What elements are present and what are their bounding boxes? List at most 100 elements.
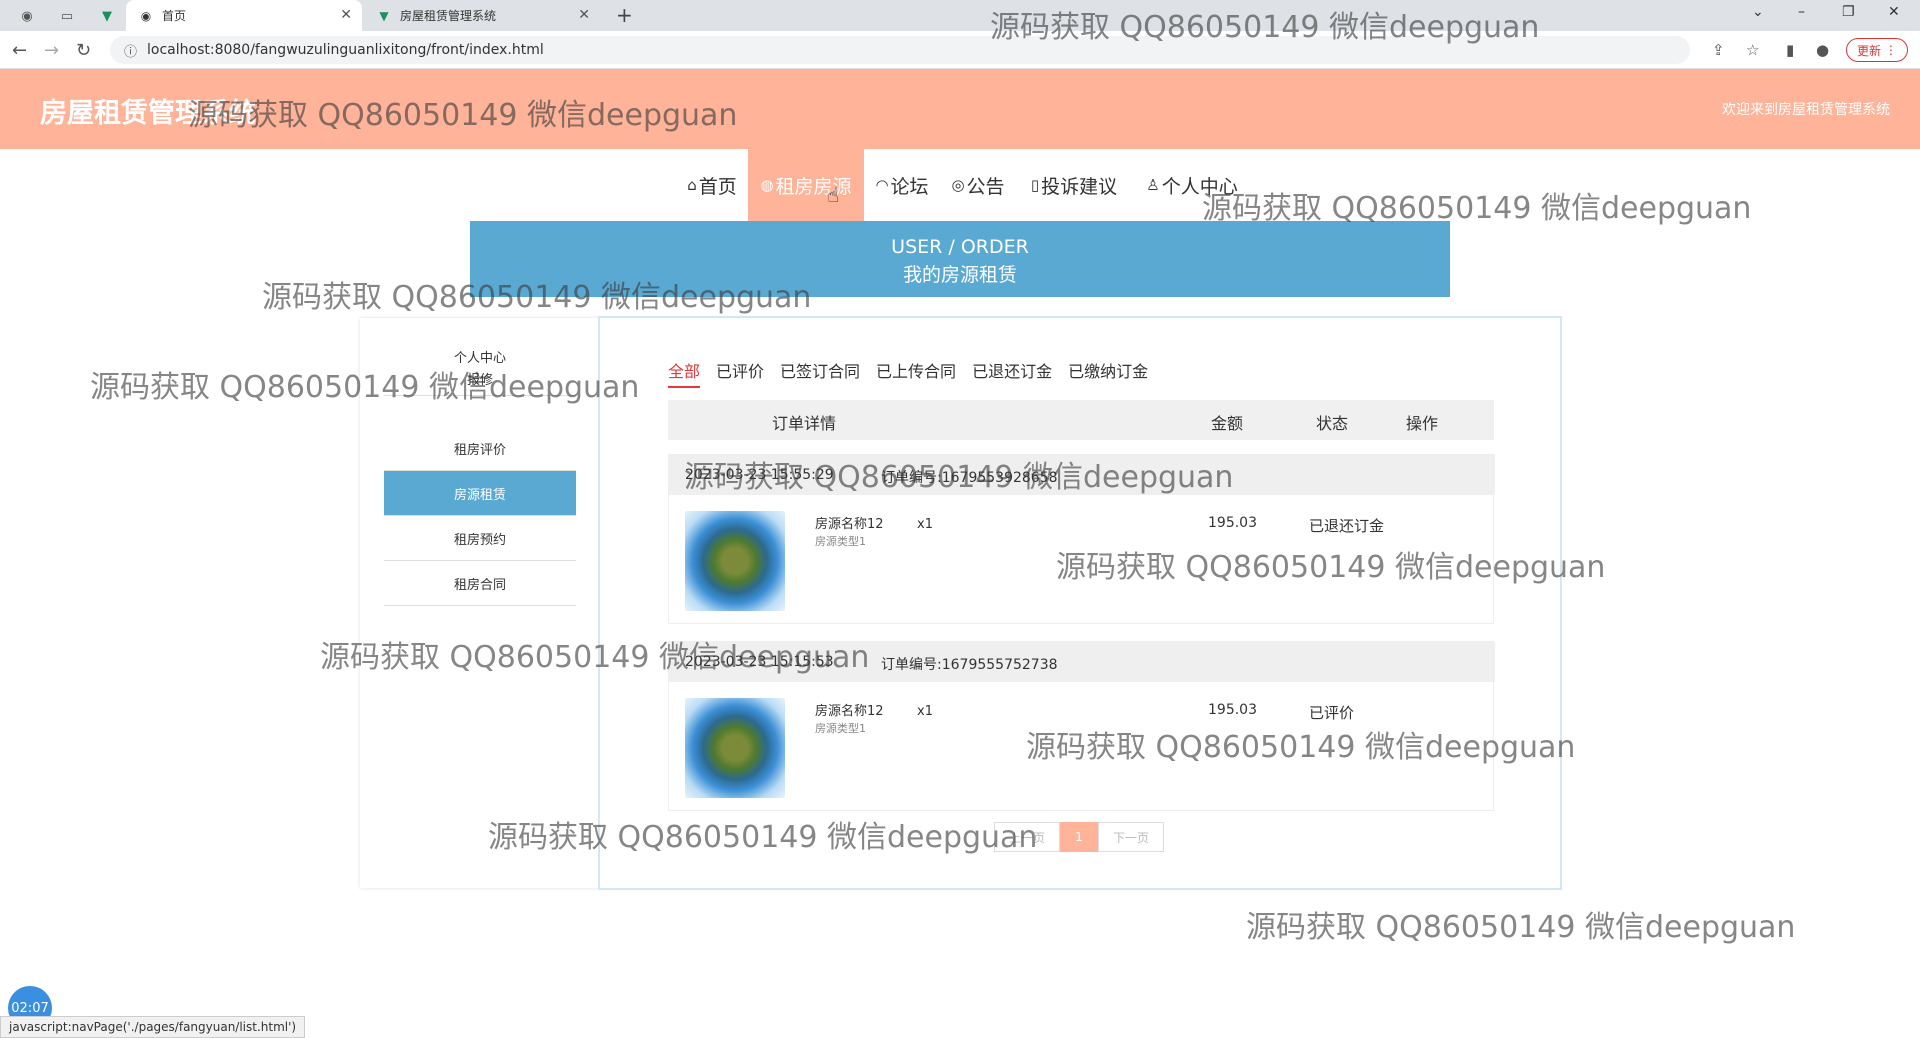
nav-item-user[interactable]: ♙ 个人中心: [1140, 149, 1244, 221]
sidebar-item-contract[interactable]: 租房合同: [384, 561, 576, 606]
sidebar-item-label: 租房评价: [453, 442, 506, 458]
sidebar-item-repair[interactable]: 报修: [384, 370, 576, 392]
order-status: 已退还订金: [1309, 517, 1385, 535]
share-icon[interactable]: ⇪: [1712, 41, 1725, 59]
nav-label: 投诉建议: [1041, 175, 1118, 198]
order-number: 订单编号:1679555752738: [881, 657, 1058, 673]
tab-reviewed[interactable]: 已评价: [716, 358, 764, 388]
restore-icon[interactable]: ❐: [1842, 4, 1855, 20]
order-time: 2023-03-23 15:55:29: [685, 467, 834, 483]
order-head: 2023-03-23 15:55:29 订单编号:1679553928658: [669, 455, 1495, 495]
new-tab-button[interactable]: +: [616, 3, 633, 27]
nav-label: 个人中心: [1161, 175, 1238, 198]
home-icon: ⌂: [687, 176, 697, 194]
mouse-cursor-icon: ☝: [827, 183, 840, 207]
order-amount: 195.03: [1208, 702, 1257, 718]
browser-tab[interactable]: ▼ 房屋租赁管理系统 ✕: [364, 0, 600, 31]
minimize-icon[interactable]: –: [1798, 4, 1805, 20]
order-number: 订单编号:1679553928658: [881, 470, 1058, 486]
nav-item-rent[interactable]: ◍ 租房房源: [748, 149, 864, 221]
sidebar-item-profile[interactable]: 个人中心 报修: [384, 348, 576, 396]
forward-icon[interactable]: →: [44, 40, 59, 61]
sidebar-item-label: 房源租赁: [453, 487, 506, 503]
sidebar-item-review[interactable]: 租房评价: [384, 426, 576, 471]
column-header: 金额: [1211, 414, 1244, 433]
info-icon[interactable]: ⓘ: [124, 41, 137, 60]
main-nav: ⌂ 首页 ◍ 租房房源 ◠ 论坛 ◎ 公告 ▯ 投诉建议 ♙ 个人中心: [0, 149, 1920, 221]
bookmark-star-icon[interactable]: ☆: [1746, 41, 1759, 59]
house-type: 房源类型1: [815, 722, 866, 735]
nav-label: 公告: [966, 175, 1005, 198]
update-button[interactable]: 更新 ⋮: [1846, 38, 1908, 62]
nav-item-home[interactable]: ⌂ 首页: [672, 149, 752, 221]
vue-tab-icon[interactable]: ▼: [98, 7, 116, 25]
globe-icon: ◉: [140, 8, 152, 23]
nav-item-notice[interactable]: ◎ 公告: [946, 149, 1010, 221]
nav-item-feedback[interactable]: ▯ 投诉建议: [1024, 149, 1124, 221]
reload-icon[interactable]: ↻: [76, 40, 91, 61]
nav-label: 论坛: [890, 175, 929, 198]
order-qty: x1: [917, 517, 933, 532]
tab-search-icon[interactable]: ⌄: [1752, 4, 1764, 20]
sidebar-item-booking[interactable]: 租房预约: [384, 516, 576, 561]
house-thumbnail[interactable]: [685, 511, 785, 611]
feedback-icon: ▯: [1030, 176, 1040, 194]
column-header: 操作: [1406, 414, 1439, 433]
column-header: 状态: [1316, 414, 1349, 433]
order-tabs: 全部 已评价 已签订合同 已上传合同 已退还订金 已缴纳订金: [668, 358, 1148, 388]
close-icon[interactable]: ✕: [340, 7, 352, 23]
site-header: 房屋租赁管理系统 欢迎来到房屋租赁管理系统: [0, 69, 1920, 149]
vue-icon: ▼: [379, 8, 389, 23]
order-panel: 全部 已评价 已签订合同 已上传合同 已退还订金 已缴纳订金 订单详情 金额 状…: [598, 316, 1562, 890]
order-qty: x1: [917, 704, 933, 719]
user-icon: ♙: [1146, 176, 1160, 194]
welcome-text: 欢迎来到房屋租赁管理系统: [1722, 102, 1890, 118]
globe-icon: ◍: [760, 176, 774, 194]
back-icon[interactable]: ←: [12, 40, 27, 61]
house-name: 房源名称12: [815, 704, 884, 719]
order-head: 2023-03-23 15:15:53 订单编号:1679555752738: [669, 642, 1495, 682]
sidebar: 个人中心 报修 租房评价 房源租赁 租房预约 租房合同: [360, 318, 600, 888]
url-field[interactable]: ⓘ localhost:8080/fangwuzulinguanlixitong…: [110, 36, 1690, 64]
page-number[interactable]: 1: [1060, 822, 1098, 852]
url-text: localhost:8080/fangwuzulinguanlixitong/f…: [147, 42, 544, 58]
tab-contract-uploaded[interactable]: 已上传合同: [876, 358, 956, 388]
pinned-tab-icon[interactable]: ▭: [58, 7, 76, 25]
sidebar-item-label: 个人中心: [453, 351, 506, 366]
status-bar-link: javascript:navPage('./pages/fangyuan/lis…: [0, 1016, 306, 1038]
site-title: 房屋租赁管理系统: [40, 98, 256, 129]
pagination: 上一页 1 下一页: [994, 822, 1164, 852]
watermark-text: 源码获取 QQ86050149 微信deepguan: [1246, 910, 1796, 945]
sidebar-item-rental[interactable]: 房源租赁: [384, 471, 576, 516]
house-thumbnail[interactable]: [685, 698, 785, 798]
chat-icon: ◠: [875, 176, 889, 194]
profile-icon[interactable]: ●: [1816, 41, 1829, 59]
pinned-tab-icon[interactable]: ◉: [18, 7, 36, 25]
order-amount: 195.03: [1208, 515, 1257, 531]
order-table-header: 订单详情 金额 状态 操作: [668, 400, 1494, 440]
prev-page-button[interactable]: 上一页: [994, 822, 1060, 852]
banner-cn: 我的房源租赁: [902, 264, 1017, 286]
tab-label: 首页: [162, 9, 187, 23]
house-type: 房源类型1: [815, 535, 866, 548]
close-icon[interactable]: ✕: [578, 7, 590, 23]
sidebar-item-label: 租房合同: [453, 577, 506, 593]
address-bar: ← → ↻ ⓘ localhost:8080/fangwuzulinguanli…: [0, 31, 1920, 69]
next-page-button[interactable]: 下一页: [1098, 822, 1164, 852]
banner-en: USER / ORDER: [891, 236, 1029, 258]
close-window-icon[interactable]: ✕: [1888, 4, 1900, 20]
tab-deposit-returned[interactable]: 已退还订金: [972, 358, 1052, 388]
tab-contract-signed[interactable]: 已签订合同: [780, 358, 860, 388]
page-banner: USER / ORDER 我的房源租赁: [470, 221, 1450, 297]
update-label: 更新: [1857, 43, 1882, 58]
tab-label: 房屋租赁管理系统: [400, 9, 497, 23]
sidepanel-icon[interactable]: ▮: [1786, 41, 1794, 59]
house-name: 房源名称12: [815, 517, 884, 532]
tab-deposit-paid[interactable]: 已缴纳订金: [1068, 358, 1148, 388]
browser-tabstrip: ◉ ▭ ▼ ◉ 首页 ✕ ▼ 房屋租赁管理系统 ✕ + ⌄ – ❐ ✕: [0, 0, 1920, 31]
tab-all[interactable]: 全部: [668, 358, 701, 388]
nav-item-forum[interactable]: ◠ 论坛: [870, 149, 934, 221]
nav-label: 首页: [698, 175, 737, 198]
browser-tab-active[interactable]: ◉ 首页 ✕: [126, 0, 362, 31]
order-card: 2023-03-23 15:15:53 订单编号:1679555752738 房…: [668, 641, 1495, 811]
